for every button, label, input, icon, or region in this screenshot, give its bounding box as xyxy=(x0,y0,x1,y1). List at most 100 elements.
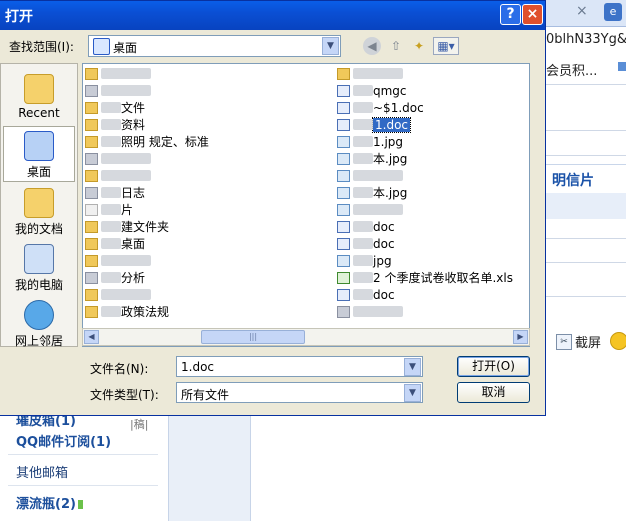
new-folder-icon[interactable]: ✦ xyxy=(410,37,428,55)
back-arrow-icon[interactable]: ◀ xyxy=(363,37,381,55)
desktop-icon xyxy=(93,38,110,55)
file-item[interactable]: 文件 xyxy=(85,100,145,117)
redacted-blur xyxy=(353,153,373,164)
redacted-blur xyxy=(353,255,373,266)
views-menu-icon[interactable]: ▦▾ xyxy=(433,37,459,55)
filename-label: 文件名(N): xyxy=(90,362,149,376)
dialog-titlebar[interactable]: 打开 ? × xyxy=(0,1,545,30)
scroll-thumb[interactable]: ||| xyxy=(201,330,305,344)
file-item[interactable] xyxy=(85,151,151,168)
file-item[interactable]: 建文件夹 xyxy=(85,219,169,236)
place-desktop[interactable]: 桌面 xyxy=(3,126,75,182)
file-item[interactable] xyxy=(85,66,151,83)
file-item[interactable]: qmgc xyxy=(337,83,407,100)
redacted-blur xyxy=(353,289,373,300)
file-item[interactable]: 桌面 xyxy=(85,236,145,253)
file-item[interactable]: 分析 xyxy=(85,270,145,287)
points-link[interactable]: 会员积... xyxy=(546,60,597,79)
file-item[interactable]: 片 xyxy=(85,202,133,219)
blank-file-icon xyxy=(85,204,98,216)
jpg-file-icon xyxy=(337,204,350,216)
file-item[interactable]: ~$1.doc xyxy=(337,100,424,117)
folder-file-icon xyxy=(85,306,98,318)
lookin-dropdown[interactable]: 桌面 ▼ xyxy=(88,35,341,57)
file-item[interactable] xyxy=(85,168,151,185)
chevron-down-icon[interactable]: ▼ xyxy=(404,384,421,402)
xls-file-icon xyxy=(337,272,350,284)
filetype-value: 所有文件 xyxy=(181,388,230,402)
file-item[interactable]: 本.jpg xyxy=(337,151,407,168)
redacted-blur xyxy=(101,136,121,147)
chevron-down-icon[interactable]: ▼ xyxy=(404,358,421,376)
filename-input[interactable]: 1.doc ▼ xyxy=(176,356,423,377)
file-item[interactable] xyxy=(85,253,151,270)
file-name: 资料 xyxy=(121,118,146,132)
misc-file-icon xyxy=(337,306,350,318)
scroll-right-icon[interactable]: ▶ xyxy=(513,330,528,344)
file-item[interactable] xyxy=(85,287,151,304)
file-list[interactable]: 文件 资料 照明 规定、标准 日志片建文件夹 桌面 分析 政策法规 qmgc ~$1.doc 1… xyxy=(82,63,530,347)
jpg-file-icon xyxy=(337,153,350,165)
place-my-computer[interactable]: 我的电脑 xyxy=(3,240,75,296)
folder-file-icon xyxy=(85,136,98,148)
highlight-band xyxy=(546,193,626,219)
horizontal-scrollbar[interactable]: ◀ ||| ▶ xyxy=(82,328,530,346)
file-item[interactable]: doc xyxy=(337,287,395,304)
jpg-file-icon xyxy=(337,255,350,267)
folder-file-icon xyxy=(85,119,98,131)
redacted-blur xyxy=(353,68,403,79)
divider xyxy=(8,485,158,486)
sidebar-item-other-mailbox[interactable]: 其他邮箱 xyxy=(16,462,68,481)
help-button[interactable]: ? xyxy=(500,4,521,25)
sidebar-item-qq-subscription[interactable]: QQ邮件订阅(1) xyxy=(16,431,111,450)
chevron-down-icon[interactable]: ▼ xyxy=(322,37,339,55)
redacted-blur xyxy=(353,272,373,283)
jpg-file-icon xyxy=(337,170,350,182)
postcard-title[interactable]: 明信片 xyxy=(552,170,594,190)
divider xyxy=(8,454,158,455)
file-name: 1.jpg xyxy=(373,135,404,149)
file-item[interactable] xyxy=(85,83,151,100)
redacted-blur xyxy=(101,187,121,198)
place-label: 我的电脑 xyxy=(14,278,63,292)
place-recent[interactable]: Recent xyxy=(3,70,75,126)
close-button[interactable]: × xyxy=(522,4,543,25)
file-item[interactable]: 日志 xyxy=(85,185,145,202)
misc-file-icon xyxy=(85,187,98,199)
browser-icon[interactable]: e xyxy=(604,3,622,21)
tab-close-icon[interactable]: × xyxy=(576,3,588,19)
doc-file-icon xyxy=(337,289,350,301)
divider xyxy=(250,416,251,521)
scroll-left-icon[interactable]: ◀ xyxy=(84,330,99,344)
folder-file-icon xyxy=(85,170,98,182)
place-label: Recent xyxy=(18,106,60,120)
open-button[interactable]: 打开(O) xyxy=(457,356,530,377)
file-item[interactable] xyxy=(337,304,403,321)
place-label: 网上邻居 xyxy=(14,334,63,348)
screenshot-button[interactable]: ✂ 截屏 xyxy=(556,332,601,351)
redacted-blur xyxy=(353,136,373,147)
file-item[interactable]: 政策法规 xyxy=(85,304,169,321)
file-item[interactable]: doc xyxy=(337,219,395,236)
file-item[interactable]: 资料 xyxy=(85,117,145,134)
place-my-documents[interactable]: 我的文档 xyxy=(3,184,75,240)
place-network[interactable]: 网上邻居 xyxy=(3,296,75,352)
redacted-blur xyxy=(353,170,403,181)
divider xyxy=(546,130,626,131)
file-item[interactable]: 1.jpg xyxy=(337,134,403,151)
file-item[interactable] xyxy=(337,202,403,219)
doc-file-icon xyxy=(337,85,350,97)
file-item[interactable]: 本.jpg xyxy=(337,185,407,202)
file-item[interactable]: doc xyxy=(337,236,395,253)
sidebar-item-drift-bottle[interactable]: 漂流瓶(2) xyxy=(16,493,83,512)
file-item[interactable] xyxy=(337,168,403,185)
cancel-button[interactable]: 取消 xyxy=(457,382,530,403)
file-item[interactable]: 照明 规定、标准 xyxy=(85,134,209,151)
emoji-icon[interactable] xyxy=(610,332,626,350)
up-folder-icon[interactable]: ⇧ xyxy=(387,37,405,55)
file-item[interactable] xyxy=(337,66,403,83)
file-item[interactable]: 1.doc xyxy=(337,117,412,134)
file-item[interactable]: 2 个季度试卷收取名单.xls xyxy=(337,270,513,287)
filetype-dropdown[interactable]: 所有文件 ▼ xyxy=(176,382,423,403)
file-item[interactable]: jpg xyxy=(337,253,392,270)
